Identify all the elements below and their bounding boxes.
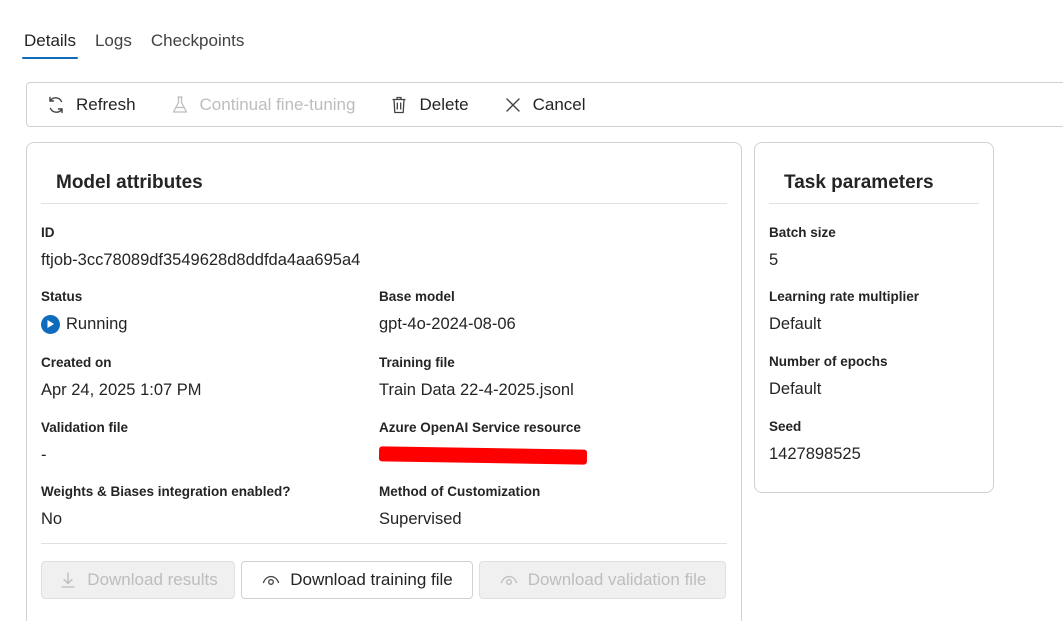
batch-size-field: Batch size 5 <box>769 224 836 271</box>
created-on-value: Apr 24, 2025 1:07 PM <box>41 381 202 399</box>
task-parameters-title: Task parameters <box>784 172 934 193</box>
task-parameters-card: Task parameters Batch size 5 Learning ra… <box>754 142 994 493</box>
divider <box>41 203 727 204</box>
continual-fine-tuning-label: Continual fine-tuning <box>199 94 356 114</box>
id-field: ID ftjob-3cc78089df3549628d8ddfda4aa695a… <box>41 224 360 271</box>
play-icon <box>41 314 60 334</box>
base-model-label: Base model <box>379 289 455 304</box>
eye-icon <box>261 570 281 590</box>
eye-icon <box>499 570 519 590</box>
divider <box>769 203 979 204</box>
epochs-label: Number of epochs <box>769 354 888 369</box>
method-value: Supervised <box>379 510 462 528</box>
download-results-button[interactable]: Download results <box>41 561 235 599</box>
download-results-label: Download results <box>87 570 218 589</box>
status-value: Running <box>66 315 128 333</box>
download-training-file-label: Download training file <box>290 570 453 589</box>
refresh-icon <box>46 95 66 115</box>
model-attributes-title: Model attributes <box>56 172 203 193</box>
status-field: Status Running <box>41 288 127 335</box>
created-on-label: Created on <box>41 355 112 370</box>
method-field: Method of Customization Supervised <box>379 483 540 530</box>
tab-list: Details Logs Checkpoints <box>22 30 263 59</box>
lr-multiplier-label: Learning rate multiplier <box>769 289 920 304</box>
base-model-value: gpt-4o-2024-08-06 <box>379 315 516 333</box>
download-icon <box>58 570 78 590</box>
cancel-label: Cancel <box>532 94 586 114</box>
tab-details[interactable]: Details <box>22 30 78 59</box>
id-value: ftjob-3cc78089df3549628d8ddfda4aa695a4 <box>41 251 361 269</box>
wandb-field: Weights & Biases integration enabled? No <box>41 483 291 530</box>
continual-fine-tuning-button[interactable]: Continual fine-tuning <box>170 94 356 115</box>
flask-icon <box>170 95 190 115</box>
batch-size-value: 5 <box>769 251 779 269</box>
delete-label: Delete <box>419 94 469 114</box>
method-label: Method of Customization <box>379 484 541 499</box>
download-validation-file-label: Download validation file <box>527 570 707 589</box>
tab-logs[interactable]: Logs <box>95 30 132 59</box>
azure-resource-label: Azure OpenAI Service resource <box>379 420 581 435</box>
refresh-label: Refresh <box>76 94 136 114</box>
training-file-value: Train Data 22-4-2025.jsonl <box>379 381 574 399</box>
trash-icon <box>389 95 409 115</box>
id-label: ID <box>41 225 55 240</box>
delete-button[interactable]: Delete <box>389 94 469 115</box>
refresh-button[interactable]: Refresh <box>46 95 136 115</box>
created-on-field: Created on Apr 24, 2025 1:07 PM <box>41 354 202 401</box>
epochs-value: Default <box>769 380 822 398</box>
training-file-field: Training file Train Data 22-4-2025.jsonl <box>379 354 574 401</box>
batch-size-label: Batch size <box>769 225 836 240</box>
validation-file-field: Validation file - <box>41 419 128 466</box>
lr-multiplier-value: Default <box>769 315 822 333</box>
training-file-label: Training file <box>379 355 455 370</box>
lr-multiplier-field: Learning rate multiplier Default <box>769 288 919 335</box>
epochs-field: Number of epochs Default <box>769 353 888 400</box>
download-validation-file-button[interactable]: Download validation file <box>479 561 726 599</box>
validation-file-value: - <box>41 446 47 464</box>
model-attributes-card: Model attributes ID ftjob-3cc78089df3549… <box>26 142 742 621</box>
tab-checkpoints[interactable]: Checkpoints <box>151 30 245 59</box>
cancel-button[interactable]: Cancel <box>503 95 586 115</box>
base-model-field: Base model gpt-4o-2024-08-06 <box>379 288 516 335</box>
close-icon <box>503 95 523 115</box>
status-label: Status <box>41 289 83 304</box>
command-toolbar: Refresh Continual fine-tuning Delete Can… <box>26 82 1063 127</box>
redaction-mark <box>378 446 588 465</box>
azure-resource-field: Azure OpenAI Service resource <box>378 419 588 469</box>
azure-resource-value <box>378 444 588 469</box>
validation-file-label: Validation file <box>41 420 129 435</box>
wandb-label: Weights & Biases integration enabled? <box>41 484 291 499</box>
wandb-value: No <box>41 510 63 528</box>
seed-field: Seed 1427898525 <box>769 418 861 465</box>
divider <box>41 543 727 544</box>
seed-value: 1427898525 <box>769 445 861 463</box>
download-training-file-button[interactable]: Download training file <box>241 561 473 599</box>
seed-label: Seed <box>769 419 802 434</box>
